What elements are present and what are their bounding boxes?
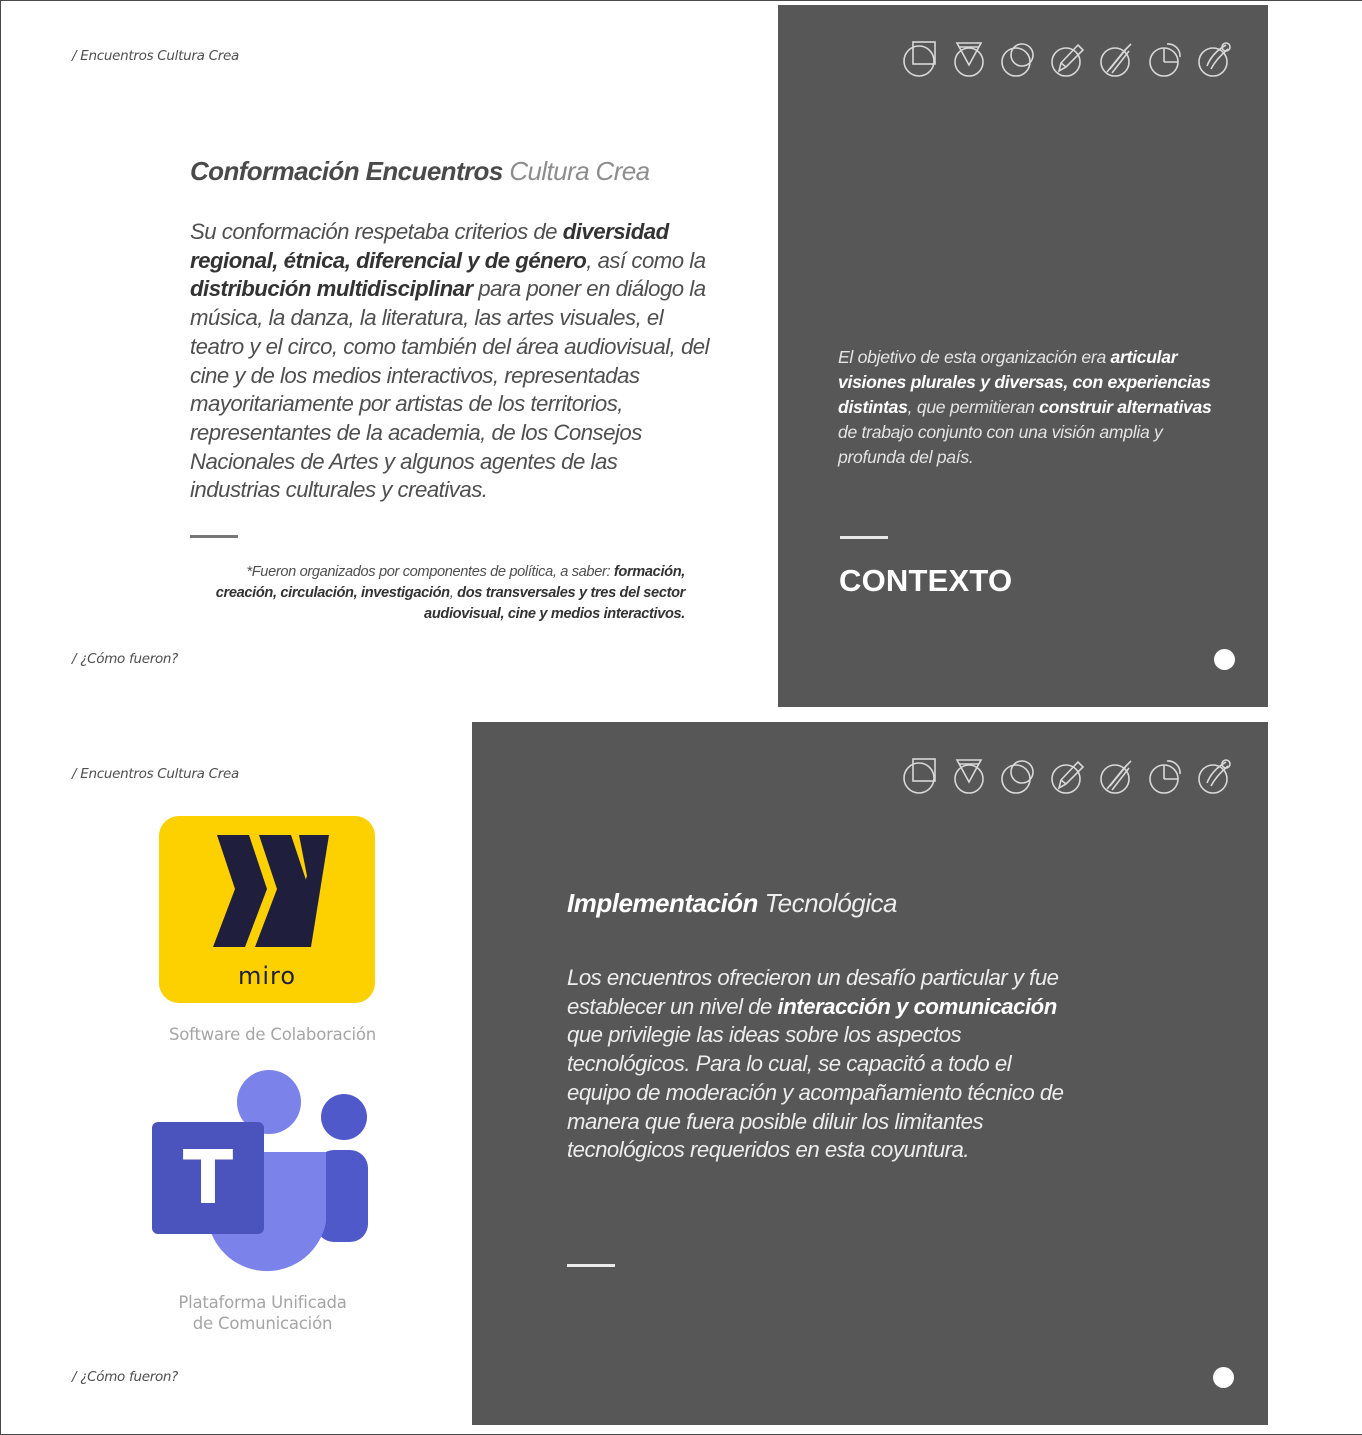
triangle-circle-icon bbox=[951, 756, 987, 796]
body-bold-text: interacción y comunicación bbox=[777, 993, 1058, 1019]
divider bbox=[840, 536, 888, 539]
pencil-circle-icon bbox=[1049, 756, 1085, 796]
divider bbox=[567, 1264, 615, 1267]
teams-caption: Plataforma Unificada de Comunicación bbox=[130, 1292, 395, 1334]
quote-text: El objetivo de esta organización era bbox=[838, 347, 1111, 367]
slide-contexto: / Encuentros Cultura Crea Conformación E… bbox=[0, 4, 1362, 708]
page-title: Implementación Tecnológica bbox=[567, 888, 897, 919]
square-circle-icon bbox=[902, 39, 938, 79]
spiral-circle-icon bbox=[1196, 756, 1232, 796]
slide-implementacion: / Encuentros Cultura Crea miro Software … bbox=[0, 722, 1362, 1426]
breadcrumb-section: / ¿Cómo fueron? bbox=[72, 1369, 179, 1385]
miro-logo: miro bbox=[159, 816, 375, 1003]
title-soft: Tecnológica bbox=[764, 888, 898, 918]
icon-row bbox=[902, 756, 1232, 796]
quote-bold-text: construir alternativas bbox=[1039, 396, 1212, 417]
circle-overlap-icon bbox=[1000, 39, 1036, 79]
circle-overlap-icon bbox=[1000, 756, 1036, 796]
quote-text: , que permitieran bbox=[907, 396, 1040, 417]
spiral-circle-icon bbox=[1196, 39, 1232, 79]
brush-circle-icon bbox=[1098, 39, 1134, 79]
miro-wordmark: miro bbox=[237, 962, 297, 990]
page-title: Conformación Encuentros Cultura Crea bbox=[190, 156, 650, 187]
dark-panel: El objetivo de esta organización era art… bbox=[778, 5, 1268, 707]
brush-circle-icon bbox=[1098, 756, 1134, 796]
title-bold: Implementación bbox=[567, 888, 758, 918]
miro-caption: Software de Colaboración bbox=[168, 1025, 377, 1044]
square-circle-icon bbox=[902, 756, 938, 796]
title-soft: Cultura Crea bbox=[509, 156, 650, 186]
icon-row bbox=[902, 39, 1232, 79]
slide-dot[interactable] bbox=[1214, 649, 1235, 670]
breadcrumb-section: / ¿Cómo fueron? bbox=[72, 651, 179, 667]
teams-caption-line: Plataforma Unificada bbox=[178, 1293, 347, 1312]
triangle-circle-icon bbox=[951, 39, 987, 79]
divider bbox=[190, 535, 238, 538]
footnote-text: , bbox=[449, 585, 458, 601]
body-text: , así como la bbox=[586, 247, 706, 273]
objective-text: El objetivo de esta organización era art… bbox=[838, 345, 1218, 470]
teams-caption-line: de Comunicación bbox=[192, 1314, 333, 1333]
footnote-text: *Fueron organizados por componentes de p… bbox=[246, 564, 614, 580]
teams-letter: T bbox=[182, 1135, 234, 1221]
pie-circle-icon bbox=[1147, 39, 1183, 79]
pencil-circle-icon bbox=[1049, 39, 1085, 79]
body-paragraph: Los encuentros ofrecieron un desafío par… bbox=[567, 964, 1067, 1165]
footnote: *Fueron organizados por componentes de p… bbox=[185, 562, 686, 625]
body-paragraph: Su conformación respetaba criterios de d… bbox=[190, 218, 710, 505]
quote-text: de trabajo conjunto con una visión ampli… bbox=[838, 421, 1163, 467]
body-text: que privilegie las ideas sobre los aspec… bbox=[567, 1022, 1064, 1163]
title-bold: Conformación Encuentros bbox=[190, 156, 503, 186]
breadcrumb: / Encuentros Cultura Crea bbox=[72, 766, 239, 782]
body-text: Su conformación respetaba criterios de bbox=[190, 219, 563, 244]
pie-circle-icon bbox=[1147, 756, 1183, 796]
dark-panel: Implementación Tecnológica Los encuentro… bbox=[472, 722, 1268, 1425]
body-bold-text: distribución multidisciplinar bbox=[190, 276, 473, 302]
breadcrumb: / Encuentros Cultura Crea bbox=[72, 48, 239, 64]
footnote-bold-text: dos transversales y tres del sector audi… bbox=[424, 585, 685, 622]
slide-dot[interactable] bbox=[1213, 1367, 1234, 1388]
section-heading: CONTEXTO bbox=[839, 563, 1013, 598]
body-text: para poner en diálogo la música, la danz… bbox=[190, 276, 710, 503]
